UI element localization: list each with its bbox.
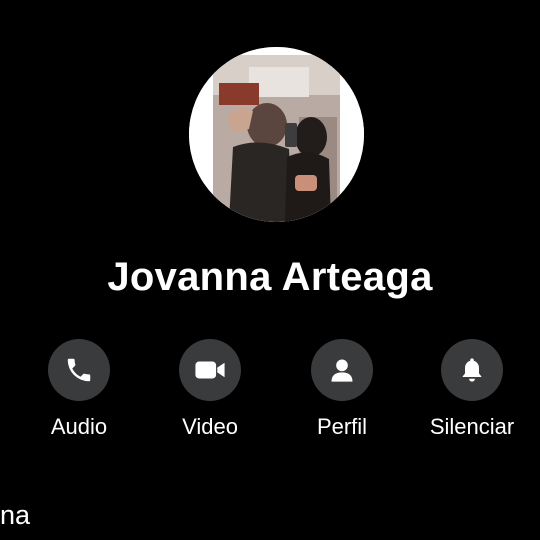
profile-label: Perfil — [316, 414, 368, 439]
profile-button[interactable]: Perfil — [282, 339, 402, 449]
audio-button-circle[interactable] — [48, 339, 110, 401]
video-call-button[interactable]: Video — [150, 339, 270, 449]
video-label: Video — [182, 414, 238, 439]
partial-section-label: na — [0, 500, 31, 530]
mute-label: Silenciar — [429, 414, 515, 439]
person-icon — [331, 359, 353, 382]
audio-label: Audio — [50, 414, 108, 439]
video-button-circle[interactable] — [179, 339, 241, 401]
video-camera-icon — [195, 361, 225, 379]
profile-button-circle[interactable] — [311, 339, 373, 401]
mute-button[interactable]: Silenciar — [412, 339, 532, 449]
mute-button-circle[interactable] — [441, 339, 503, 401]
bell-icon — [462, 358, 482, 382]
profile-avatar[interactable] — [189, 47, 364, 222]
audio-call-button[interactable]: Audio — [19, 339, 139, 449]
phone-icon — [67, 358, 91, 382]
profile-photo — [189, 47, 364, 222]
contact-name: Jovanna Arteaga — [107, 255, 433, 299]
